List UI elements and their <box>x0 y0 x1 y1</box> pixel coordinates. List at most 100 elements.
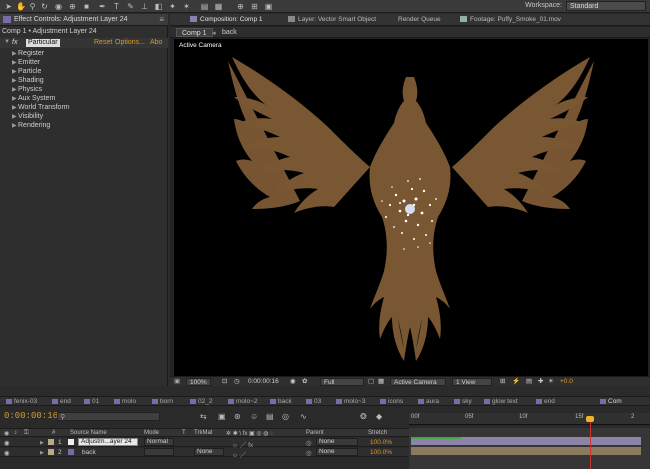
fast-previews-icon[interactable]: ⚡ <box>512 378 520 386</box>
safe-zones-icon[interactable]: ⊡ <box>222 378 227 386</box>
composition-viewer[interactable]: Active Camera <box>174 39 648 376</box>
selection-tool-icon[interactable]: ➤ <box>4 2 13 11</box>
hand-tool-icon[interactable]: ✋ <box>16 2 26 11</box>
axis-local-icon[interactable]: ⊕ <box>236 2 245 11</box>
tab-born[interactable]: born <box>152 398 173 405</box>
col-trkmat[interactable]: TrkMat <box>194 430 212 436</box>
property-visibility[interactable]: ▶Visibility <box>12 113 43 122</box>
tab-back[interactable]: back <box>270 398 292 405</box>
zoom-tool-icon[interactable]: ⚲ <box>28 2 37 11</box>
puppet-tool-icon[interactable]: ✶ <box>182 2 191 11</box>
exposure-icon[interactable]: ☀ <box>548 378 554 386</box>
graph-editor-icon[interactable]: ∿ <box>300 412 307 421</box>
tab-aura[interactable]: aura <box>418 398 439 405</box>
workspace-select[interactable]: Standard <box>566 1 646 11</box>
layer-switch-icons[interactable]: ☼ ／ <box>232 449 246 459</box>
axis-world-icon[interactable]: ⊞ <box>250 2 259 11</box>
parent-select[interactable]: None <box>316 448 358 456</box>
hide-shy-icon[interactable]: ☺ <box>250 412 258 421</box>
playhead-handle[interactable] <box>586 416 594 422</box>
region-of-interest-icon[interactable]: ▢ <box>368 378 374 386</box>
camera-tool-icon[interactable]: ◉ <box>54 2 63 11</box>
brush-tool-icon[interactable]: ✎ <box>126 2 135 11</box>
col-source-name[interactable]: Source Name <box>70 430 107 436</box>
col-t[interactable]: T <box>182 430 186 436</box>
playhead-line[interactable] <box>590 419 591 469</box>
motion-blur-icon[interactable]: ◎ <box>282 412 289 421</box>
visibility-eye-icon[interactable]: ◉ <box>4 439 10 447</box>
transparency-grid-icon[interactable]: ▦ <box>378 378 384 386</box>
layer-row[interactable]: ◉ ▶ 1 Adjustm...ayer 24 Normal ☼ ／ fx ◎ … <box>0 438 409 449</box>
effect-header-row[interactable]: ▼ fx Particular Reset Options... Abo <box>0 38 168 48</box>
tab-footage[interactable]: Footage: Puffy_Smoke_01.mov <box>460 16 561 23</box>
exposure-value[interactable]: +0.0 <box>560 378 573 386</box>
pickwhip-icon[interactable]: ◎ <box>306 449 312 457</box>
property-shading[interactable]: ▶Shading <box>12 77 44 86</box>
parent-select[interactable]: None <box>316 438 358 446</box>
layer-expand-icon[interactable]: ▶ <box>40 440 44 446</box>
effect-name[interactable]: Particular <box>26 39 60 47</box>
timeline-search-input[interactable]: ⚲ <box>57 412 160 421</box>
timeline-icon[interactable]: ▤ <box>526 378 532 386</box>
tab-end[interactable]: end <box>52 398 71 405</box>
label-color-swatch[interactable] <box>48 449 54 455</box>
timeline-current-time[interactable]: 0:00:00:16 <box>4 411 58 421</box>
reset-link[interactable]: Reset <box>94 39 112 46</box>
tab-composition[interactable]: Composition: Comp 1 <box>190 16 263 23</box>
stretch-value[interactable]: 100.0% <box>370 449 392 456</box>
view-layout-select[interactable]: 1 View <box>452 378 492 386</box>
layer-bars-area[interactable] <box>409 428 650 469</box>
expand-triangle-icon[interactable]: ▼ <box>4 39 10 45</box>
channel-icon[interactable]: ✿ <box>302 378 307 386</box>
label-color-swatch[interactable] <box>48 439 54 445</box>
toggle-pixel-icon[interactable]: ⊞ <box>500 378 505 386</box>
tab-molo-2[interactable]: molo~2 <box>228 398 258 405</box>
effect-controls-tab[interactable]: Effect Controls: Adjustment Layer 24 ≡ <box>0 14 168 26</box>
layer-expand-icon[interactable]: ▶ <box>40 450 44 456</box>
tab-render-queue[interactable]: Render Queue <box>398 16 441 23</box>
col-mode[interactable]: Mode <box>144 430 159 436</box>
camera-snapshot-icon[interactable]: ◉ <box>290 378 296 386</box>
options-link[interactable]: Options... <box>115 39 145 46</box>
fx-icon[interactable]: fx <box>12 39 17 46</box>
time-ruler[interactable]: 00f 05f 10f 15f 2 <box>409 413 650 425</box>
comp-mini-flowchart-icon[interactable]: ⇆ <box>200 412 207 421</box>
tab-molo-3[interactable]: molo~3 <box>336 398 366 405</box>
col-parent[interactable]: Parent <box>306 430 324 436</box>
mask-tool-icon[interactable]: ■ <box>82 2 91 11</box>
always-preview-icon[interactable]: ▣ <box>174 378 180 386</box>
tab-fenix-03[interactable]: fenix-03 <box>6 398 37 405</box>
layer-row[interactable]: ◉ ▶ 2 back None ☼ ／ ◎ None 100.0% <box>0 448 409 459</box>
tab-layer[interactable]: Layer: Vector Smart Object <box>288 16 376 23</box>
tab-end-2[interactable]: end <box>536 398 555 405</box>
pickwhip-icon[interactable]: ◎ <box>306 439 312 447</box>
nav-breadcrumb-back[interactable]: back <box>222 29 237 36</box>
snapshot-icon[interactable]: ◷ <box>234 378 240 386</box>
property-register[interactable]: ▶Register <box>12 50 44 59</box>
property-world-transform[interactable]: ▶World Transform <box>12 104 70 113</box>
tab-01[interactable]: 01 <box>84 398 99 405</box>
live-update-icon[interactable]: ▣ <box>218 412 226 421</box>
panel-menu-icon[interactable]: ≡ <box>159 15 164 24</box>
layer-bar-back[interactable] <box>411 447 641 455</box>
tab-02-2[interactable]: 02_2 <box>190 398 212 405</box>
layer-name[interactable]: back <box>82 449 96 456</box>
property-physics[interactable]: ▶Physics <box>12 86 42 95</box>
property-aux-system[interactable]: ▶Aux System <box>12 95 55 104</box>
blend-mode-select[interactable] <box>144 448 174 456</box>
about-link[interactable]: Abo <box>150 39 162 46</box>
auto-keyframe-icon[interactable]: ◆ <box>376 412 382 421</box>
align-icon[interactable]: ▦ <box>214 2 223 11</box>
tab-03[interactable]: 03 <box>306 398 321 405</box>
property-particle[interactable]: ▶Particle <box>12 68 41 77</box>
eraser-tool-icon[interactable]: ◧ <box>154 2 163 11</box>
brainstorm-icon[interactable]: ❂ <box>360 412 367 421</box>
tab-icons[interactable]: icons <box>380 398 403 405</box>
rotation-tool-icon[interactable]: ↻ <box>40 2 49 11</box>
clone-tool-icon[interactable]: ⊥ <box>140 2 149 11</box>
tab-glow-text[interactable]: glow text <box>484 398 518 405</box>
visibility-eye-icon[interactable]: ◉ <box>4 449 10 457</box>
snap-icon[interactable]: ▤ <box>200 2 209 11</box>
axis-view-icon[interactable]: ▣ <box>264 2 273 11</box>
resolution-select[interactable]: Full <box>320 378 364 386</box>
